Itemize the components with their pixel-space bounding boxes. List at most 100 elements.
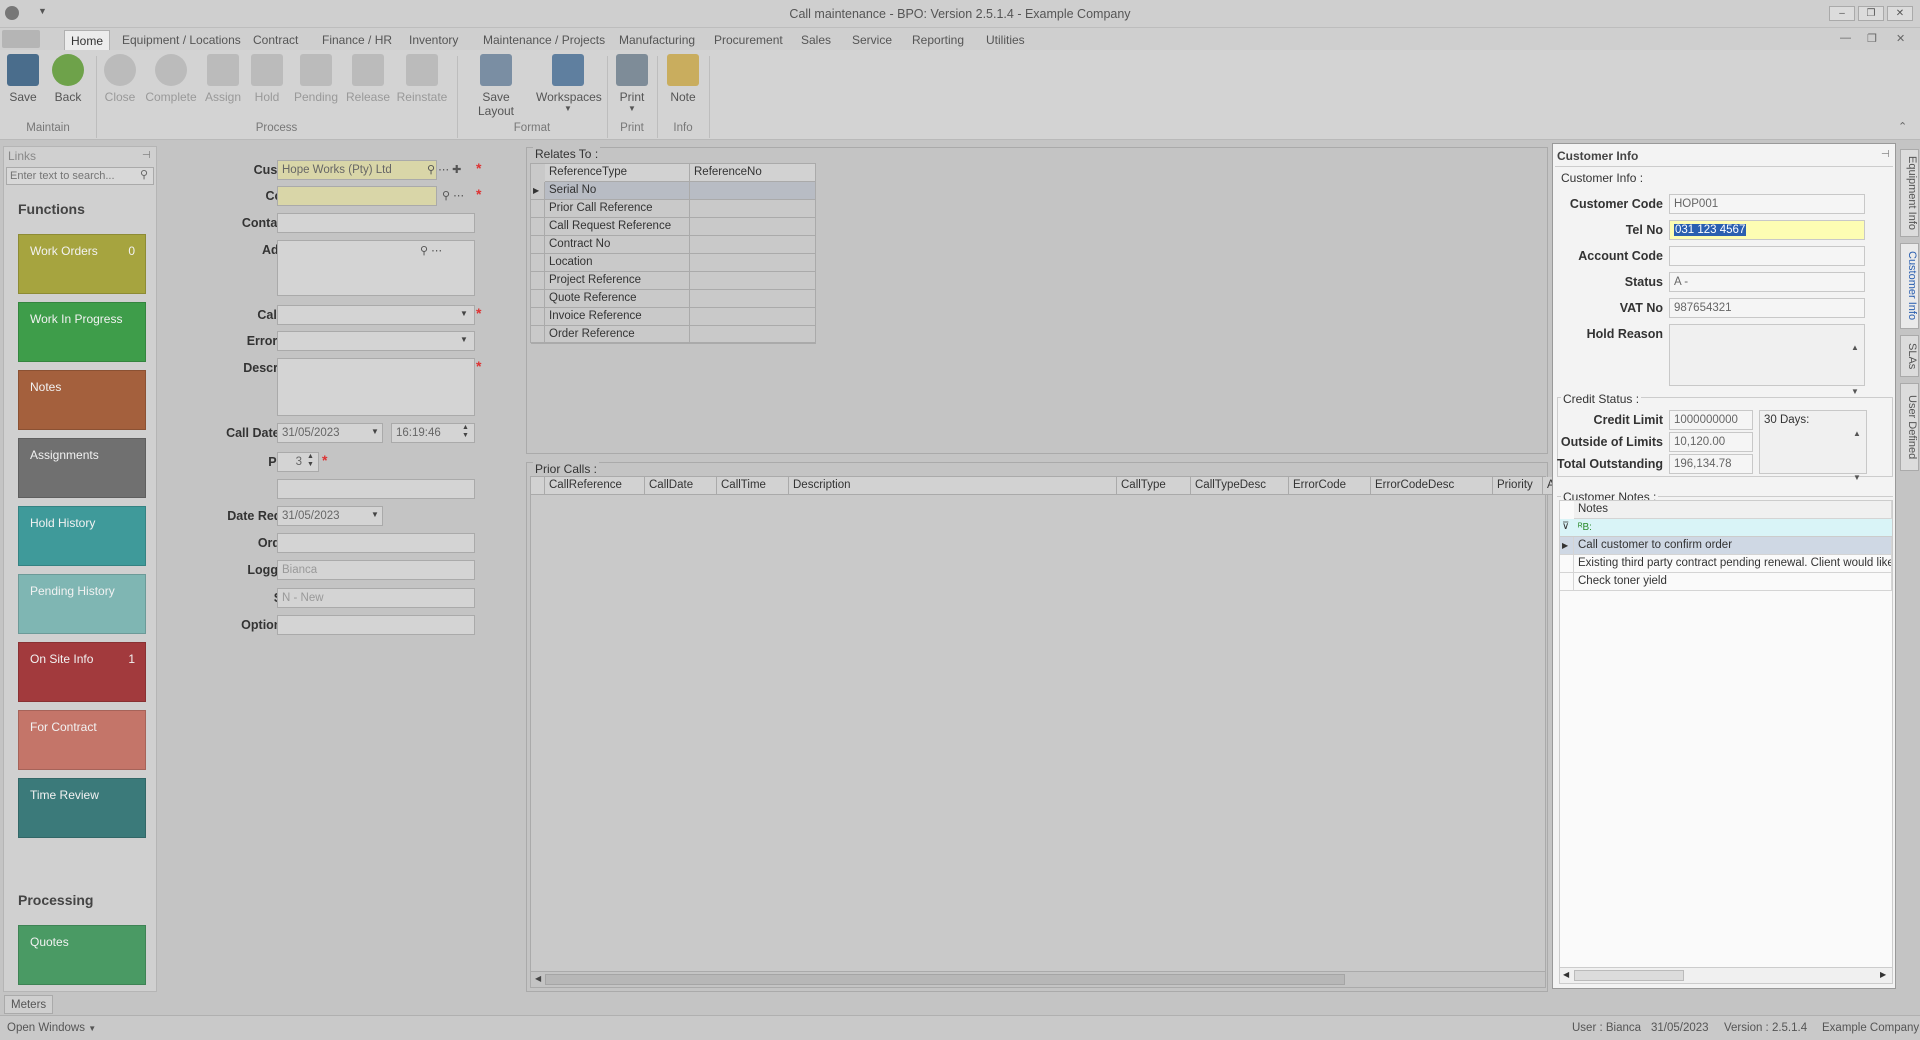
minimize-button[interactable]: – <box>1829 6 1855 21</box>
scrollbar-thumb[interactable] <box>545 974 1345 985</box>
link-tile[interactable]: Hold History <box>18 506 146 566</box>
hold-button[interactable]: Hold <box>250 54 284 114</box>
row-indicator[interactable] <box>1560 555 1574 573</box>
sla-field[interactable] <box>277 479 475 499</box>
address-field[interactable] <box>277 240 475 296</box>
links-search-input[interactable] <box>6 167 154 185</box>
scroll-left-icon[interactable]: ◀ <box>535 974 541 983</box>
tab-finance-hr[interactable]: Finance / HR <box>316 30 398 50</box>
row-indicator[interactable]: ▶ <box>531 182 545 200</box>
tab-maintenance-projects[interactable]: Maintenance / Projects <box>477 30 611 50</box>
row-indicator[interactable] <box>531 236 545 254</box>
save-layout-button[interactable]: Save Layout <box>464 54 528 118</box>
reference-no-cell[interactable] <box>690 200 816 218</box>
col-header[interactable]: Description <box>789 477 1117 495</box>
close-call-button[interactable]: Close <box>103 54 137 114</box>
reference-no-cell[interactable] <box>690 326 816 344</box>
collapse-ribbon-icon[interactable]: ⌃ <box>1898 120 1907 133</box>
time-spinner-icon[interactable]: ▲ ▼ <box>462 424 469 440</box>
restore-button[interactable]: ❐ <box>1858 6 1884 21</box>
address-search-icon[interactable]: ⚲ ⋯ <box>420 244 442 257</box>
reference-no-cell[interactable] <box>690 236 816 254</box>
notes-horizontal-scrollbar[interactable]: ◀ ▶ <box>1560 967 1892 983</box>
tab-manufacturing[interactable]: Manufacturing <box>613 30 701 50</box>
row-indicator[interactable] <box>1560 573 1574 591</box>
open-windows-menu[interactable]: Open Windows ▼ <box>7 1022 96 1034</box>
note-button[interactable]: Note <box>666 54 700 114</box>
app-menu-button[interactable] <box>2 30 40 48</box>
side-tab-user-defined[interactable]: User Defined <box>1900 383 1919 471</box>
scroll-right-icon[interactable]: ▶ <box>1880 970 1886 979</box>
table-row[interactable]: Project Reference <box>545 272 690 290</box>
mdi-minimize-icon[interactable]: — <box>1840 32 1851 44</box>
close-window-button[interactable]: ✕ <box>1887 6 1913 21</box>
optional-no-field[interactable] <box>277 615 475 635</box>
link-tile[interactable]: Time Review <box>18 778 146 838</box>
mdi-close-icon[interactable]: ✕ <box>1896 32 1905 45</box>
table-row[interactable]: Call Request Reference <box>545 218 690 236</box>
workspaces-button[interactable]: Workspaces ▼ <box>536 54 602 114</box>
reference-no-cell[interactable] <box>690 254 816 272</box>
side-tab-equipment-info[interactable]: Equipment Info <box>1900 149 1919 237</box>
list-item[interactable]: Check toner yield <box>1574 573 1892 591</box>
panel-pin-icon[interactable]: ⊣ <box>1881 149 1890 160</box>
col-reference-no[interactable]: ReferenceNo <box>690 164 816 182</box>
row-indicator[interactable]: ▶ <box>1560 537 1574 555</box>
release-button[interactable]: Release <box>346 54 390 114</box>
col-header[interactable]: CallType <box>1117 477 1191 495</box>
save-button[interactable]: Save <box>6 54 40 114</box>
row-indicator[interactable] <box>531 290 545 308</box>
col-header[interactable]: CallTypeDesc <box>1191 477 1289 495</box>
col-reference-type[interactable]: ReferenceType <box>545 164 690 182</box>
description-field[interactable] <box>277 358 475 416</box>
contact-search-icon[interactable]: ⚲ ⋯ <box>442 189 464 202</box>
col-notes[interactable]: Notes <box>1574 501 1892 519</box>
row-indicator[interactable] <box>531 308 545 326</box>
scrollbar-thumb[interactable] <box>1574 970 1684 981</box>
reference-no-cell[interactable] <box>690 272 816 290</box>
link-tile[interactable]: Quotes <box>18 925 146 985</box>
pending-button[interactable]: Pending <box>293 54 339 114</box>
tab-procurement[interactable]: Procurement <box>708 30 789 50</box>
row-indicator[interactable] <box>531 254 545 272</box>
tab-utilities[interactable]: Utilities <box>980 30 1031 50</box>
tel-no-field[interactable]: 031 123 4567 <box>1669 220 1865 240</box>
mdi-restore-icon[interactable]: ❐ <box>1867 32 1877 45</box>
contact-no-field[interactable] <box>277 213 475 233</box>
col-header[interactable]: Priority <box>1493 477 1543 495</box>
link-tile[interactable]: Work Orders 0 <box>18 234 146 294</box>
col-header[interactable]: CallTime <box>717 477 789 495</box>
link-tile[interactable]: Notes <box>18 370 146 430</box>
chevron-down-icon[interactable]: ▼ <box>371 427 379 436</box>
call-date-field[interactable]: 31/05/2023 <box>277 423 383 443</box>
date-required-field[interactable]: 31/05/2023 <box>277 506 383 526</box>
customer-field[interactable]: Hope Works (Pty) Ltd <box>277 160 437 180</box>
reinstate-button[interactable]: Reinstate <box>396 54 448 114</box>
reference-no-cell[interactable] <box>690 308 816 326</box>
col-header[interactable]: CallDate <box>645 477 717 495</box>
side-tab-slas[interactable]: SLAs <box>1900 335 1919 377</box>
col-header[interactable]: CallReference <box>545 477 645 495</box>
priority-spinner-icon[interactable]: ▲ ▼ <box>307 453 314 469</box>
link-tile[interactable]: Work In Progress <box>18 302 146 362</box>
tab-home[interactable]: Home <box>64 30 111 50</box>
filter-operator-icon[interactable]: ᴿB: <box>1578 522 1592 533</box>
tab-contract[interactable]: Contract <box>247 30 304 50</box>
meters-tab[interactable]: Meters <box>4 995 54 1014</box>
tab-equipment-locations[interactable]: Equipment / Locations <box>116 30 247 50</box>
reference-no-cell[interactable] <box>690 218 816 236</box>
col-header[interactable]: ErrorCodeDesc <box>1371 477 1493 495</box>
chevron-down-icon[interactable]: ▼ <box>460 335 468 344</box>
complete-button[interactable]: Complete <box>145 54 197 114</box>
horizontal-scrollbar[interactable]: ◀ <box>531 971 1545 987</box>
table-row[interactable]: Prior Call Reference <box>545 200 690 218</box>
error-code-dropdown[interactable] <box>277 331 475 351</box>
link-tile[interactable]: For Contract <box>18 710 146 770</box>
table-row[interactable]: Invoice Reference <box>545 308 690 326</box>
tab-reporting[interactable]: Reporting <box>906 30 970 50</box>
reference-no-cell[interactable] <box>690 182 816 200</box>
link-tile[interactable]: Pending History <box>18 574 146 634</box>
tab-sales[interactable]: Sales <box>795 30 837 50</box>
chevron-down-icon[interactable]: ▼ <box>460 309 468 318</box>
row-indicator[interactable] <box>531 272 545 290</box>
